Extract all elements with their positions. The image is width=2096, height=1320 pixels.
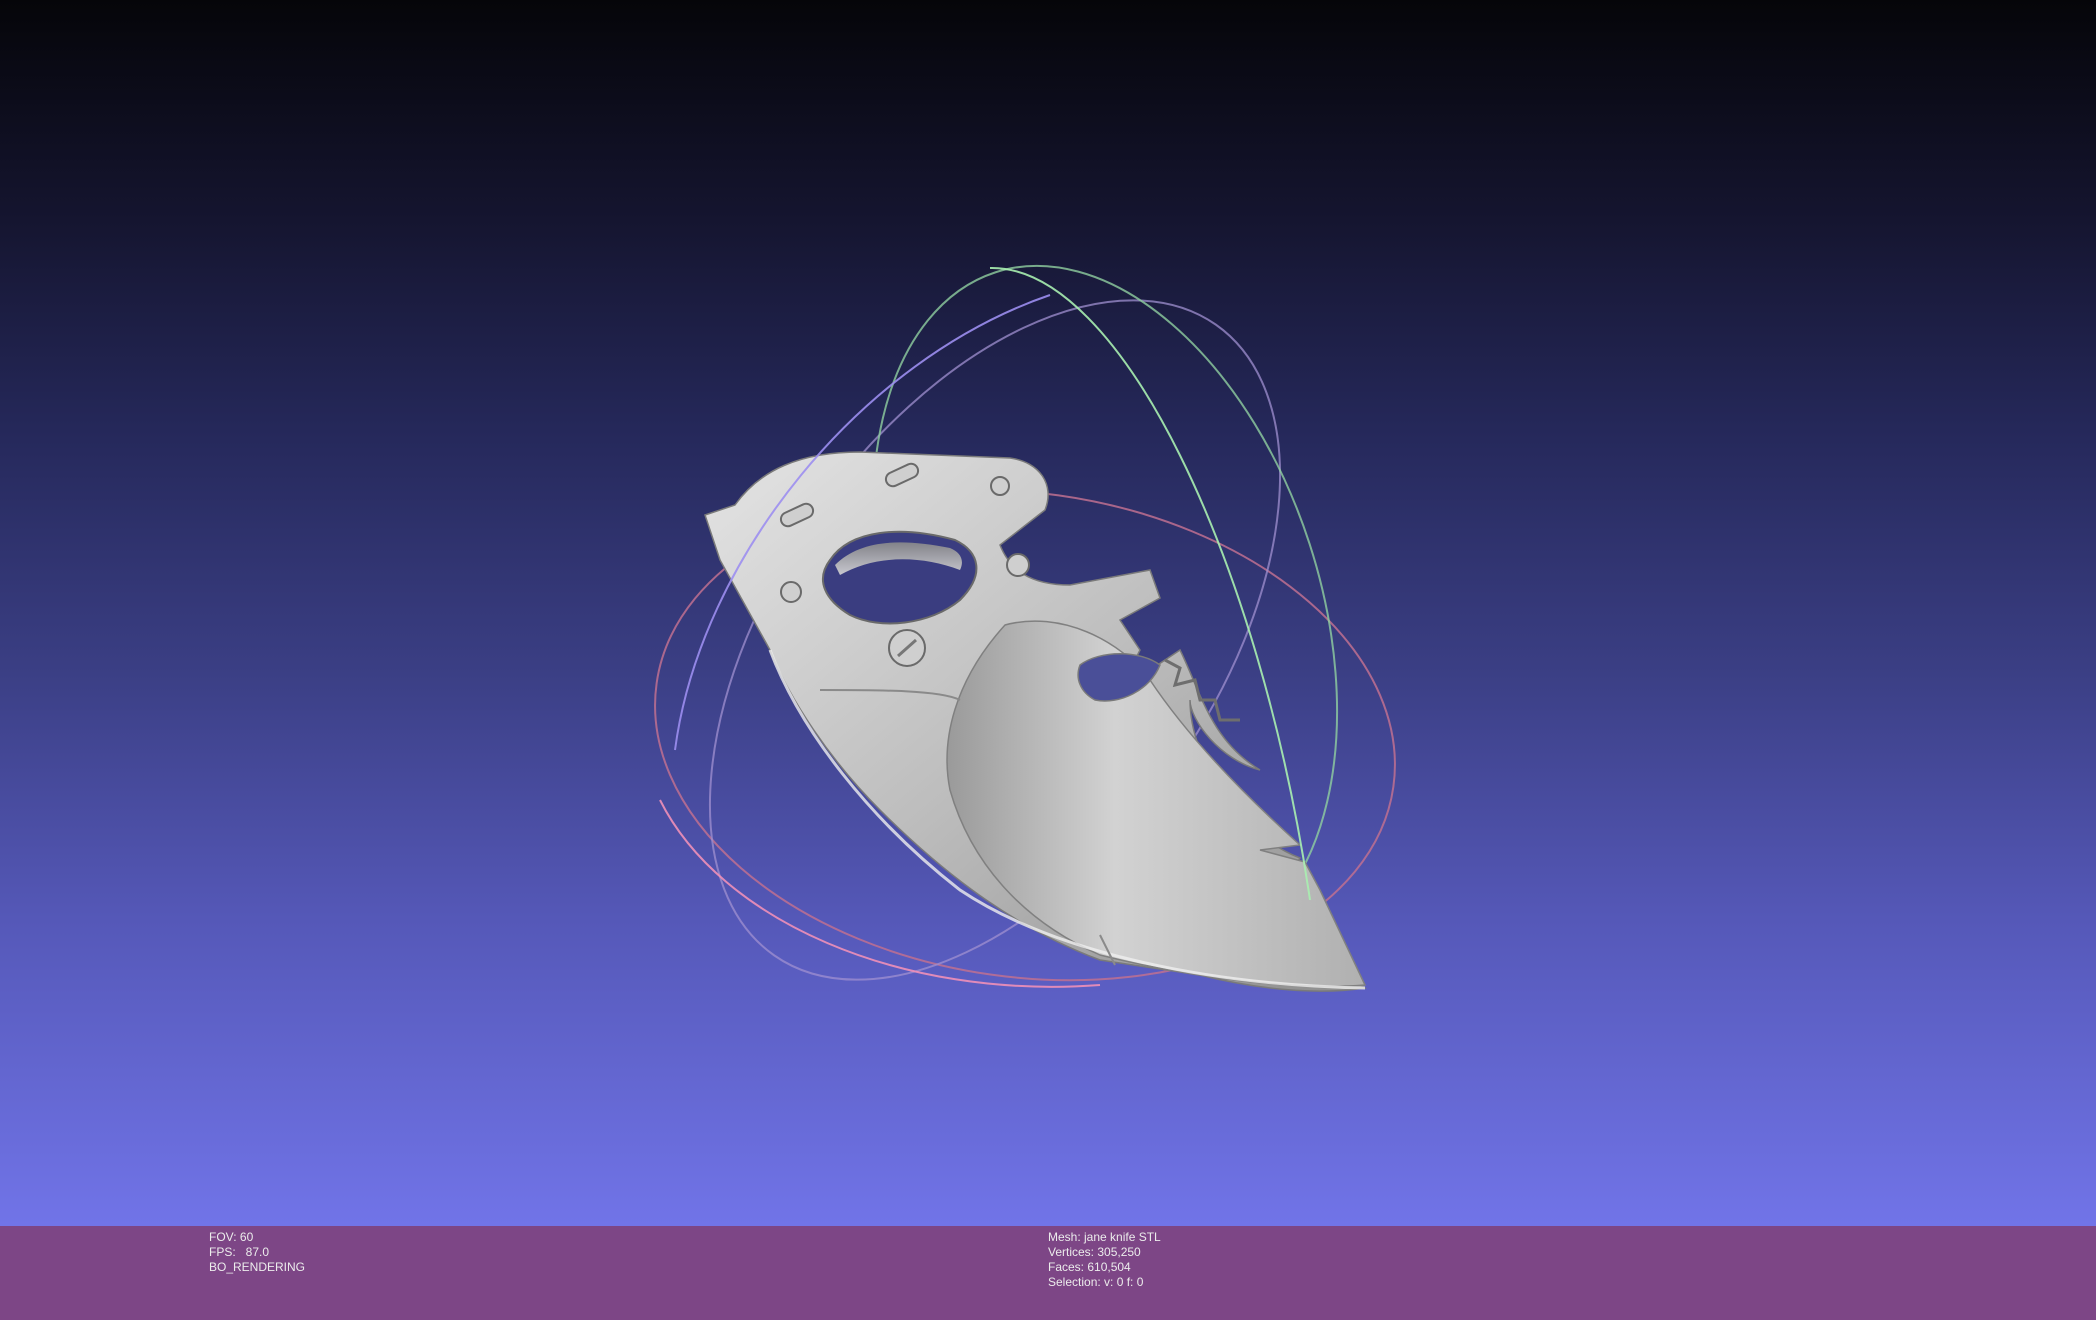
mesh-info: Mesh: jane knife STL Vertices: 305,250 F… — [1048, 1230, 1161, 1290]
status-bar: FOV: 60 FPS: 87.0 BO_RENDERING Mesh: jan… — [0, 1226, 2096, 1320]
render-info: FOV: 60 FPS: 87.0 BO_RENDERING — [209, 1230, 305, 1275]
scene-canvas — [654, 264, 1396, 992]
face-count: Faces: 610,504 — [1048, 1260, 1131, 1274]
fps-readout: FPS: 87.0 — [209, 1245, 270, 1259]
render-mode-readout: BO_RENDERING — [209, 1260, 306, 1274]
fov-readout: FOV: 60 — [209, 1230, 254, 1244]
mesh-name: Mesh: jane knife STL — [1048, 1230, 1161, 1244]
vertex-count: Vertices: 305,250 — [1048, 1245, 1141, 1259]
3d-viewport[interactable] — [0, 0, 2096, 1226]
selection-info: Selection: v: 0 f: 0 — [1048, 1275, 1144, 1289]
knife-mesh — [704, 451, 1367, 992]
